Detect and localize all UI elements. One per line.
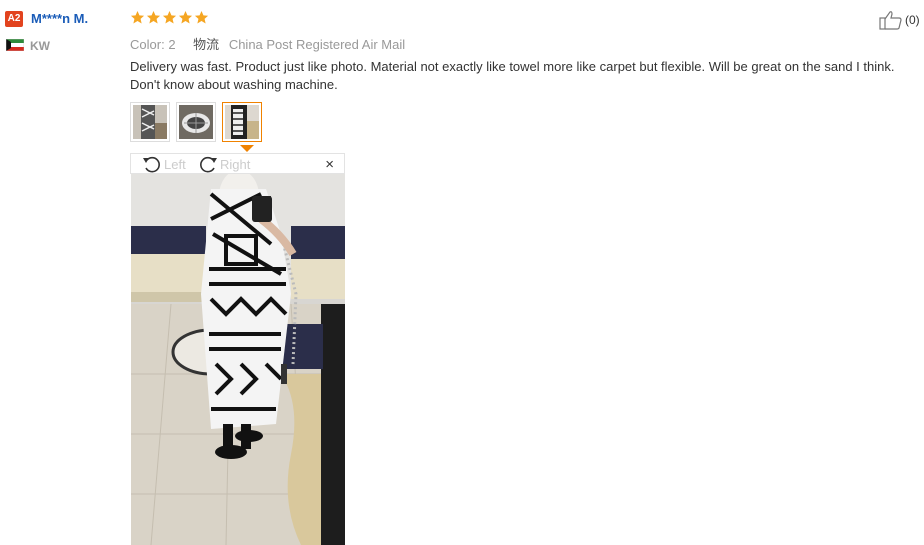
photo-thumbnail-image bbox=[179, 105, 213, 139]
review-photo-thumbnail-active[interactable] bbox=[222, 102, 262, 142]
review-photo-image bbox=[131, 174, 345, 545]
helpful-count: (0) bbox=[905, 13, 920, 27]
kuwait-flag-icon bbox=[6, 39, 24, 51]
star-icon bbox=[130, 10, 145, 24]
review-photo-thumbnail[interactable] bbox=[176, 102, 216, 142]
star-icon bbox=[194, 10, 209, 24]
shipping-label: 物流 bbox=[193, 37, 220, 52]
photo-thumbnail-image bbox=[225, 105, 259, 139]
rotate-right-button[interactable]: Right bbox=[197, 154, 250, 174]
close-viewer-button[interactable]: × bbox=[325, 156, 334, 173]
rating-stars bbox=[130, 10, 209, 25]
helpful-button[interactable]: (0) bbox=[879, 10, 920, 30]
rotate-right-label: Right bbox=[220, 156, 251, 172]
rotate-right-icon bbox=[200, 156, 217, 173]
shipping-value: China Post Registered Air Mail bbox=[228, 37, 406, 52]
photo-viewer-toolbar: Left Right × bbox=[130, 153, 345, 174]
photo-thumbnail-image bbox=[133, 105, 167, 139]
order-attributes: Color: 2 物流 China Post Registered Air Ma… bbox=[130, 34, 405, 53]
reviewer-country: KW bbox=[30, 39, 50, 53]
rotate-left-label: Left bbox=[164, 156, 186, 172]
star-icon bbox=[178, 10, 193, 24]
reviewer-name[interactable]: M****n M. bbox=[31, 11, 88, 26]
thumbs-up-icon bbox=[879, 11, 902, 30]
review-text: Delivery was fast. Product just like pho… bbox=[130, 59, 895, 92]
color-label: Color: bbox=[130, 37, 165, 52]
review-photo-thumbnails bbox=[130, 102, 262, 142]
rotate-left-icon bbox=[143, 156, 160, 173]
review-photo-large bbox=[131, 174, 345, 545]
star-icon bbox=[162, 10, 177, 24]
review-photo-thumbnail[interactable] bbox=[130, 102, 170, 142]
star-icon bbox=[146, 10, 161, 24]
color-value: 2 bbox=[168, 37, 176, 52]
level-badge: A2 bbox=[5, 11, 23, 27]
active-thumbnail-indicator bbox=[240, 145, 254, 152]
rotate-left-button[interactable]: Left bbox=[141, 154, 186, 174]
